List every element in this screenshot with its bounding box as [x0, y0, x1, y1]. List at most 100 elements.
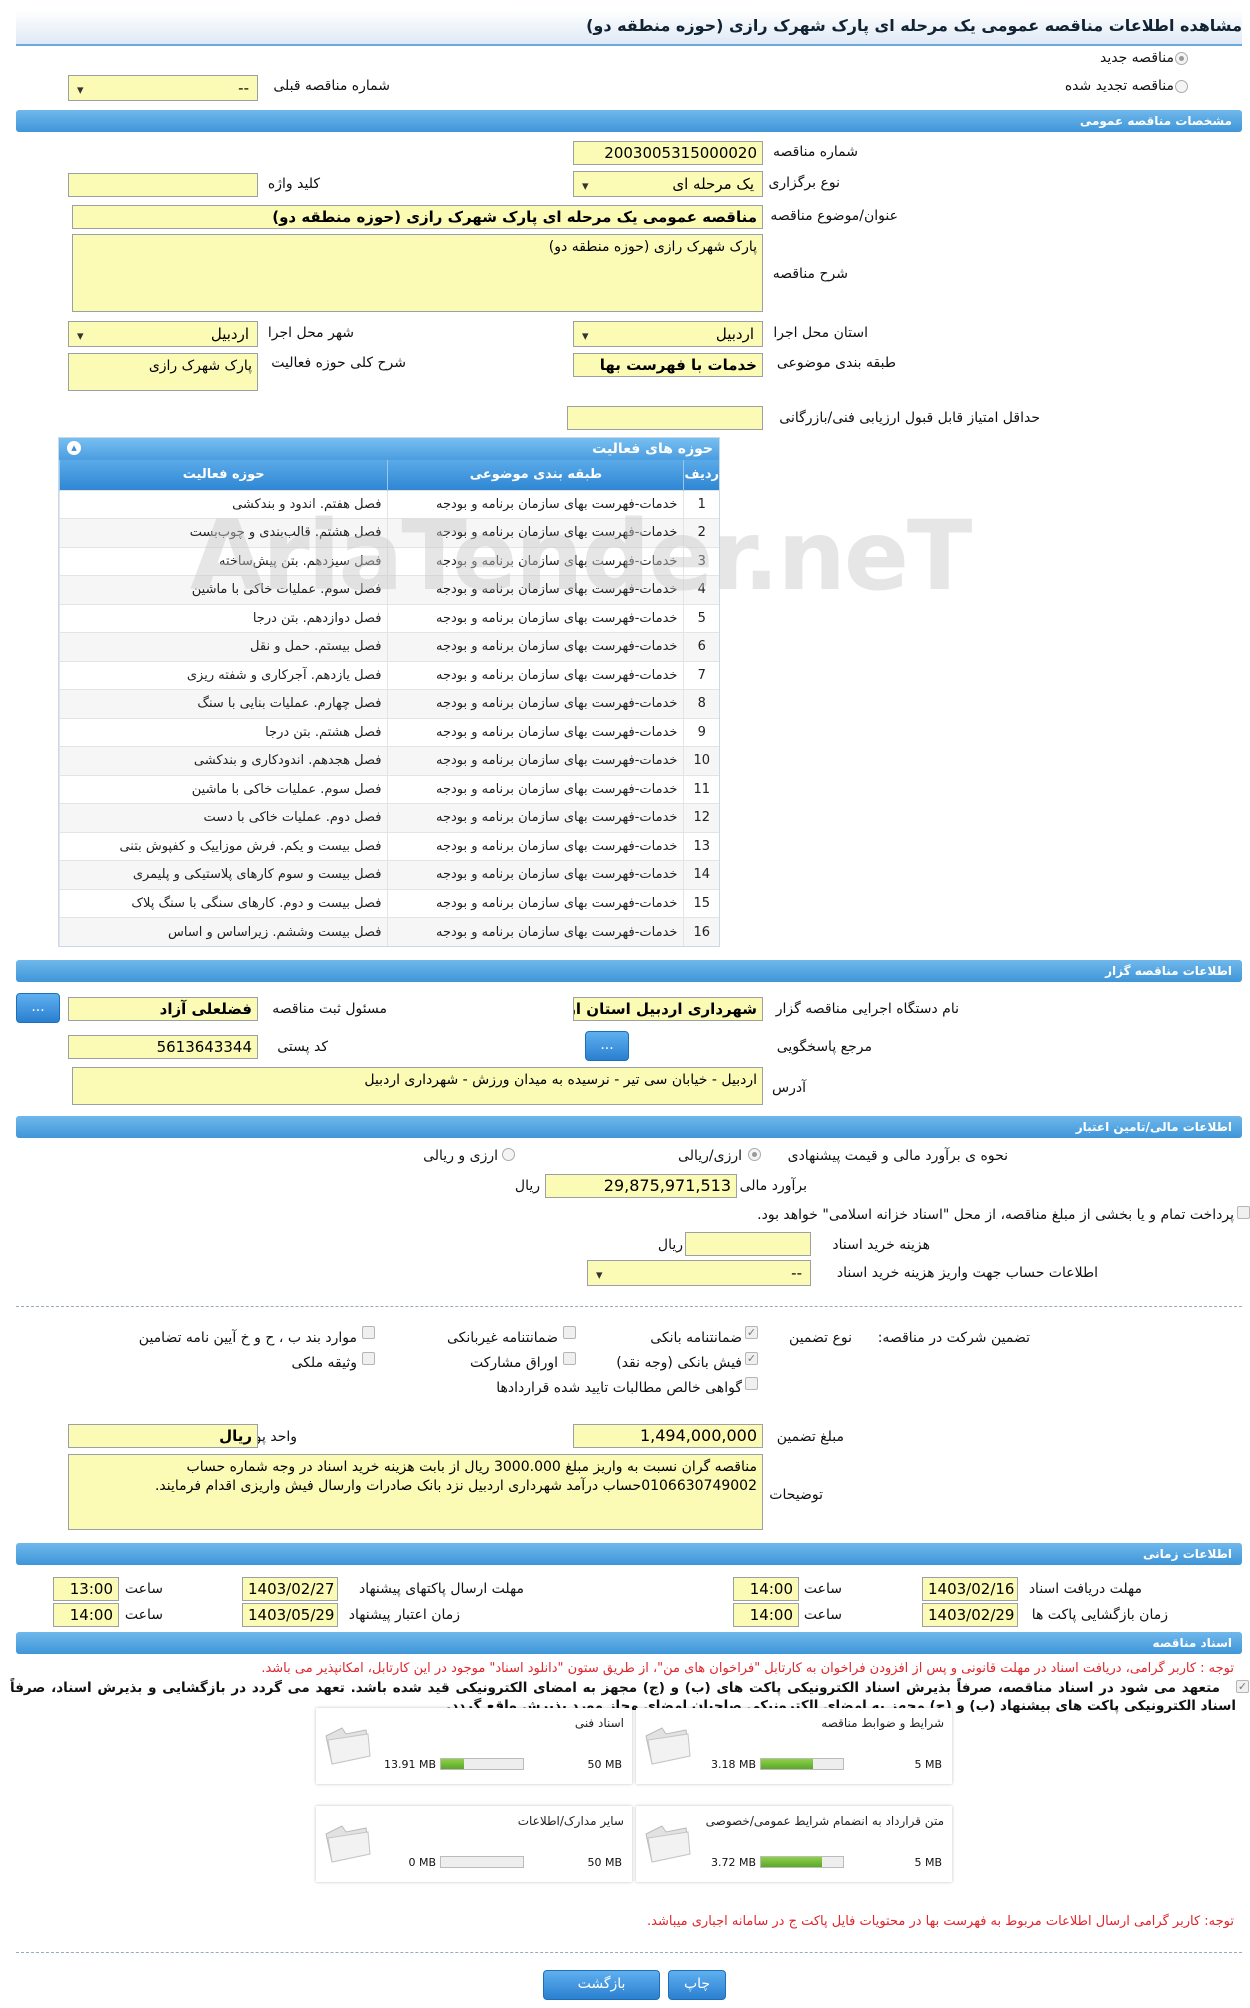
account-select[interactable]: ▾ --: [587, 1260, 811, 1286]
print-button[interactable]: چاپ: [668, 1970, 726, 2000]
docs-section-header: اسناد مناقصه: [16, 1632, 1242, 1654]
chevron-down-icon: ▾: [596, 1268, 603, 1283]
general-section-header: مشخصات مناقصه عمومی: [16, 110, 1242, 132]
row-number: 9: [683, 717, 719, 747]
g-nonbank-checkbox[interactable]: [563, 1326, 576, 1339]
currency-and-rial-radio[interactable]: [502, 1148, 515, 1161]
doc-card[interactable]: شرایط و ضوابط مناقصه 5 MB 3.18 MB: [636, 1708, 952, 1784]
docs-note-2: توجه: کاربر گرامی ارسال اطلاعات مربوط به…: [647, 1914, 1234, 1929]
docs-note: توجه : کاربر گرامی، دریافت اسناد در مهلت…: [261, 1661, 1234, 1676]
doc-title: سایر مدارک/اطلاعات: [517, 1814, 624, 1828]
commit-checkbox[interactable]: ✓: [1236, 1680, 1249, 1693]
row-number: 7: [683, 660, 719, 690]
new-tender-radio[interactable]: [1175, 52, 1188, 65]
doc-max-size: 50 MB: [587, 1856, 622, 1869]
g-property-label: وثیقه ملکی: [291, 1355, 357, 1371]
doc-cost-label: هزینه خرید اسناد: [832, 1237, 930, 1253]
send-time-label: ساعت: [124, 1581, 163, 1597]
folder-icon: [645, 1825, 691, 1863]
g-bonds-label: اوراق مشارکت: [469, 1355, 558, 1371]
row-field: فصل بیست و یکم. فرش موزاییک و کفپوش بتنی: [58, 831, 388, 861]
tender-type-select[interactable]: ▾ یک مرحله ای: [573, 171, 763, 197]
g-bonds-checkbox[interactable]: [563, 1352, 576, 1365]
prev-tender-label: شماره مناقصه قبلی: [273, 78, 390, 94]
row-category: خدمات-فهرست بهای سازمان برنامه و بودجه: [387, 803, 684, 832]
estimate-method-label: نحوه ی برآورد مالی و قیمت پیشنهادی: [787, 1148, 1008, 1164]
row-number: 12: [683, 803, 719, 832]
row-number: 6: [683, 632, 719, 661]
currency-rial-radio[interactable]: [748, 1148, 761, 1161]
table-row: 14 خدمات-فهرست بهای سازمان برنامه و بودجه…: [58, 860, 719, 889]
postal-field: 5613643344: [68, 1035, 258, 1059]
folder-icon: [325, 1825, 371, 1863]
table-row: 15 خدمات-فهرست بهای سازمان برنامه و بودجه…: [58, 888, 719, 918]
back-button[interactable]: بازگشت: [543, 1970, 660, 2000]
keyword-label: کلید واژه: [267, 176, 320, 192]
table-row: 10 خدمات-فهرست بهای سازمان برنامه و بودجه…: [58, 746, 719, 775]
doc-current-size: 0 MB: [408, 1856, 436, 1869]
reference-more-button[interactable]: ...: [585, 1031, 629, 1061]
col-field-header: حوزه فعالیت: [58, 460, 388, 490]
renewed-tender-radio[interactable]: [1175, 80, 1188, 93]
col-category-header: طبقه بندی موضوعی: [387, 460, 684, 490]
org-label: نام دستگاه اجرایی مناقصه گزار: [775, 1001, 959, 1017]
row-number: 11: [683, 774, 719, 804]
page-title: مشاهده اطلاعات مناقصه عمومی یک مرحله ای …: [586, 16, 1242, 35]
row-field: فصل بیستم. حمل و نقل: [58, 632, 388, 661]
estimate-field: 29,875,971,513: [545, 1174, 737, 1198]
chevron-down-icon: ▾: [582, 179, 589, 194]
finance-divider: [16, 1306, 1242, 1307]
subject-label: عنوان/موضوع مناقصه: [770, 208, 898, 224]
row-category: خدمات-فهرست بهای سازمان برنامه و بودجه: [387, 917, 684, 946]
treasury-checkbox[interactable]: [1237, 1206, 1250, 1219]
treasury-text: پرداخت تمام و یا بخشی از مبلغ مناقصه، از…: [757, 1207, 1234, 1223]
doc-max-size: 50 MB: [587, 1758, 622, 1771]
min-score-field: [567, 406, 763, 430]
province-label: استان محل اجرا: [773, 325, 868, 341]
validity-time-label: ساعت: [124, 1607, 163, 1623]
activities-panel-header: حوزه های فعالیت ▴: [59, 438, 719, 460]
send-date: 1403/02/27: [242, 1577, 338, 1601]
province-select[interactable]: ▾ اردبیل: [573, 321, 763, 347]
watermark: AriaTender.neT: [190, 500, 972, 612]
open-label: زمان بازگشایی پاکت ها: [1031, 1607, 1168, 1623]
city-select[interactable]: ▾ اردبیل: [68, 321, 258, 347]
table-row: 7 خدمات-فهرست بهای سازمان برنامه و بودجه ف…: [58, 660, 719, 690]
keyword-field[interactable]: [68, 173, 258, 197]
tender-number-label: شماره مناقصه: [773, 144, 858, 160]
row-field: فصل هجدهم. اندودکاری و بندکشی: [58, 746, 388, 775]
doc-max-size: 5 MB: [914, 1856, 942, 1869]
collapse-icon[interactable]: ▴: [67, 441, 81, 455]
activities-title: حوزه های فعالیت: [592, 441, 713, 457]
doc-card[interactable]: سایر مدارک/اطلاعات 50 MB 0 MB: [316, 1806, 632, 1882]
receive-date: 1403/02/16: [922, 1577, 1018, 1601]
row-field: فصل بیست و دوم. کارهای سنگی با سنگ پلاک: [58, 888, 388, 918]
table-row: 8 خدمات-فهرست بهای سازمان برنامه و بودجه ف…: [58, 689, 719, 718]
send-time: 13:00: [53, 1577, 119, 1601]
g-receipt-checkbox[interactable]: ✓: [745, 1352, 758, 1365]
g-nonbank-label: ضمانتنامه غیربانکی: [446, 1330, 558, 1346]
currency-rial-label: ارزی/ریالی: [678, 1148, 742, 1164]
doc-card[interactable]: متن قرارداد به انضمام شرایط عمومی/خصوصی …: [636, 1806, 952, 1882]
postal-label: کد پستی: [277, 1039, 328, 1055]
folder-icon: [645, 1727, 691, 1765]
doc-cost-unit: ریال: [657, 1237, 683, 1253]
currency-and-rial-label: ارزی و ریالی: [423, 1148, 498, 1164]
doc-card[interactable]: اسناد فنی 50 MB 13.91 MB: [316, 1708, 632, 1784]
g-items-checkbox[interactable]: [362, 1326, 375, 1339]
validity-time: 14:00: [53, 1603, 119, 1627]
responsible-more-button[interactable]: ...: [16, 993, 60, 1023]
org-field: شهرداری اردبیل استان اردبیل: [573, 997, 763, 1021]
prev-tender-select[interactable]: ▾ --: [68, 75, 258, 101]
subject-field: مناقصه عمومی یک مرحله ای پارک شهرک رازی …: [72, 205, 763, 229]
description-field: پارک شهرک رازی (حوزه منطقه دو): [72, 234, 763, 312]
g-bank-checkbox[interactable]: ✓: [745, 1326, 758, 1339]
currency-field: ریال: [68, 1424, 258, 1448]
tender-number-field: 2003005315000020: [573, 141, 763, 165]
g-property-checkbox[interactable]: [362, 1352, 375, 1365]
table-row: 9 خدمات-فهرست بهای سازمان برنامه و بودجه ف…: [58, 717, 719, 747]
doc-current-size: 3.72 MB: [710, 1856, 756, 1869]
timing-section-header: اطلاعات زمانی: [16, 1543, 1242, 1565]
row-number: 14: [683, 860, 719, 889]
g-claims-checkbox[interactable]: [745, 1377, 758, 1390]
